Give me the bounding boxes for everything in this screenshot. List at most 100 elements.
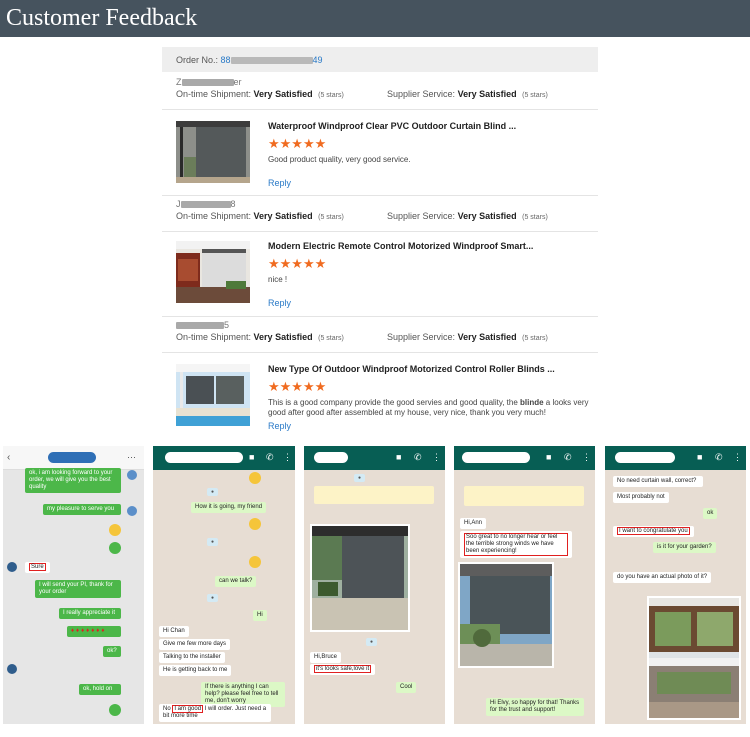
shipment-rating: Very Satisfied — [253, 332, 313, 342]
shipment-label: On-time Shipment: — [176, 89, 252, 99]
order-number-bar: Order No.: 88 49 — [162, 47, 598, 72]
phone-icon[interactable]: ✆ — [414, 452, 422, 463]
page-title: Customer Feedback — [6, 5, 198, 31]
review-item: Modern Electric Remote Control Motorized… — [176, 241, 596, 313]
chat-screenshot-1: ‹ ⋯ ok, i am looking forward to your ord… — [3, 446, 144, 724]
chat-message: No need curtain wall, correct? — [613, 476, 703, 487]
product-title[interactable]: Waterproof Windproof Clear PVC Outdoor C… — [268, 121, 516, 131]
review-comment: Good product quality, very good service. — [268, 155, 411, 164]
avatar — [7, 664, 17, 674]
review-ratings: 5 On-time Shipment: Very Satisfied (5 st… — [176, 320, 586, 344]
chat-message: Soo great to no longer hear or feel the … — [460, 531, 572, 558]
chat-message: He is getting back to me — [159, 665, 232, 676]
chat-message: I will send your PI, thank for your orde… — [35, 580, 121, 598]
reply-link[interactable]: Reply — [268, 178, 291, 188]
phone-icon[interactable]: ✆ — [564, 452, 572, 463]
date-chip: ● — [354, 474, 366, 482]
chat-message: No I am good I will order. Just need a b… — [159, 704, 271, 722]
product-thumbnail[interactable] — [176, 121, 250, 183]
product-title[interactable]: New Type Of Outdoor Windproof Motorized … — [268, 364, 555, 374]
more-icon[interactable]: ⋮ — [283, 452, 292, 463]
more-icon[interactable]: ⋮ — [733, 452, 742, 463]
rating-stars: ★★★★★ — [268, 379, 327, 394]
chat-message: ok, hold on — [79, 684, 121, 695]
contact-name-redacted — [165, 452, 243, 463]
contact-name-redacted — [314, 452, 348, 463]
chat-photo[interactable] — [310, 524, 410, 632]
buyer-name: Zer — [176, 77, 242, 87]
chat-message: Sure — [25, 562, 50, 573]
reply-link[interactable]: Reply — [268, 421, 291, 431]
chat-photo[interactable] — [458, 562, 554, 668]
chat-message: Hi,Bruce — [310, 652, 342, 663]
supplier-stars: (5 stars) — [522, 214, 548, 221]
chat-message: ok — [703, 508, 718, 519]
order-label: Order No.: — [176, 55, 219, 65]
video-call-icon[interactable]: ■ — [249, 452, 254, 462]
shipment-label: On-time Shipment: — [176, 211, 252, 221]
chat-message: Talking to the installer — [159, 652, 225, 663]
chat-message: do you have an actual photo of it? — [613, 572, 712, 583]
system-notice — [464, 486, 584, 506]
chat-message: Most probably not — [613, 492, 669, 503]
chat-screenshot-2: ■ ✆ ⋮ ● How it is going, my friend ● can… — [153, 446, 295, 724]
order-number[interactable]: 88 49 — [221, 55, 323, 65]
contact-name-redacted — [615, 452, 675, 463]
more-icon[interactable]: ⋮ — [582, 452, 591, 463]
date-chip: ● — [366, 638, 378, 646]
rating-stars: ★★★★★ — [268, 136, 327, 151]
phone-icon[interactable]: ✆ — [266, 452, 274, 463]
shipment-stars: (5 stars) — [318, 92, 344, 99]
supplier-label: Supplier Service: — [387, 89, 456, 99]
supplier-rating: Very Satisfied — [457, 211, 517, 221]
video-call-icon[interactable]: ■ — [697, 452, 702, 462]
emoji-icon — [249, 472, 261, 484]
emoji-icon — [249, 556, 261, 568]
video-call-icon[interactable]: ■ — [546, 452, 551, 462]
chat-message: Cool — [396, 682, 417, 693]
shipment-rating: Very Satisfied — [253, 211, 313, 221]
chat-message: Give me few more days — [159, 639, 231, 650]
date-chip: ● — [207, 538, 219, 546]
reply-link[interactable]: Reply — [268, 298, 291, 308]
more-icon[interactable]: ⋮ — [432, 452, 441, 463]
shipment-stars: (5 stars) — [318, 214, 344, 221]
back-icon[interactable]: ‹ — [7, 452, 10, 463]
chat-reaction: ♦♦♦♦♦♦♦ — [67, 626, 121, 637]
chat-message: ok, i am looking forward to your order, … — [25, 468, 121, 493]
more-icon[interactable]: ⋯ — [127, 452, 136, 463]
video-call-icon[interactable]: ■ — [396, 452, 401, 462]
product-thumbnail[interactable] — [176, 241, 250, 303]
chat-message: is it for your garden? — [653, 542, 716, 553]
buyer-name: J8 — [176, 199, 236, 209]
page-header-banner: Customer Feedback — [0, 0, 750, 37]
date-chip: ● — [207, 488, 219, 496]
phone-icon[interactable]: ✆ — [715, 452, 723, 463]
chat-message: I want to congratulate you — [613, 526, 694, 537]
chat-message: ok? — [103, 646, 121, 657]
chat-screenshot-5: ■ ✆ ⋮ No need curtain wall, correct? Mos… — [605, 446, 746, 724]
chat-photo[interactable] — [647, 596, 741, 720]
review-ratings: Zer On-time Shipment: Very Satisfied (5 … — [176, 77, 586, 101]
chat-message: Hi,Ann — [460, 518, 487, 529]
avatar — [127, 506, 137, 516]
feedback-panel: Order No.: 88 49 Zer On-time Shipment: Ve… — [162, 47, 598, 435]
emoji-icon — [249, 518, 261, 530]
shipment-label: On-time Shipment: — [176, 332, 252, 342]
product-thumbnail[interactable] — [176, 364, 250, 426]
chat-message: Hi Chan — [159, 626, 189, 637]
date-chip: ● — [207, 594, 219, 602]
chat-message: it's looks safe,love it — [310, 664, 376, 675]
chat-message: How it is going, my friend — [191, 502, 267, 513]
supplier-stars: (5 stars) — [522, 92, 548, 99]
product-title[interactable]: Modern Electric Remote Control Motorized… — [268, 241, 533, 251]
avatar — [7, 562, 17, 572]
sticker-icon — [109, 542, 121, 554]
chat-message: my pleasure to serve you — [43, 504, 121, 515]
supplier-label: Supplier Service: — [387, 332, 456, 342]
review-comment: nice ! — [268, 275, 288, 284]
chat-message: can we talk? — [215, 576, 257, 587]
chat-message: Hi — [253, 610, 267, 621]
supplier-stars: (5 stars) — [522, 335, 548, 342]
sticker-icon — [109, 704, 121, 716]
